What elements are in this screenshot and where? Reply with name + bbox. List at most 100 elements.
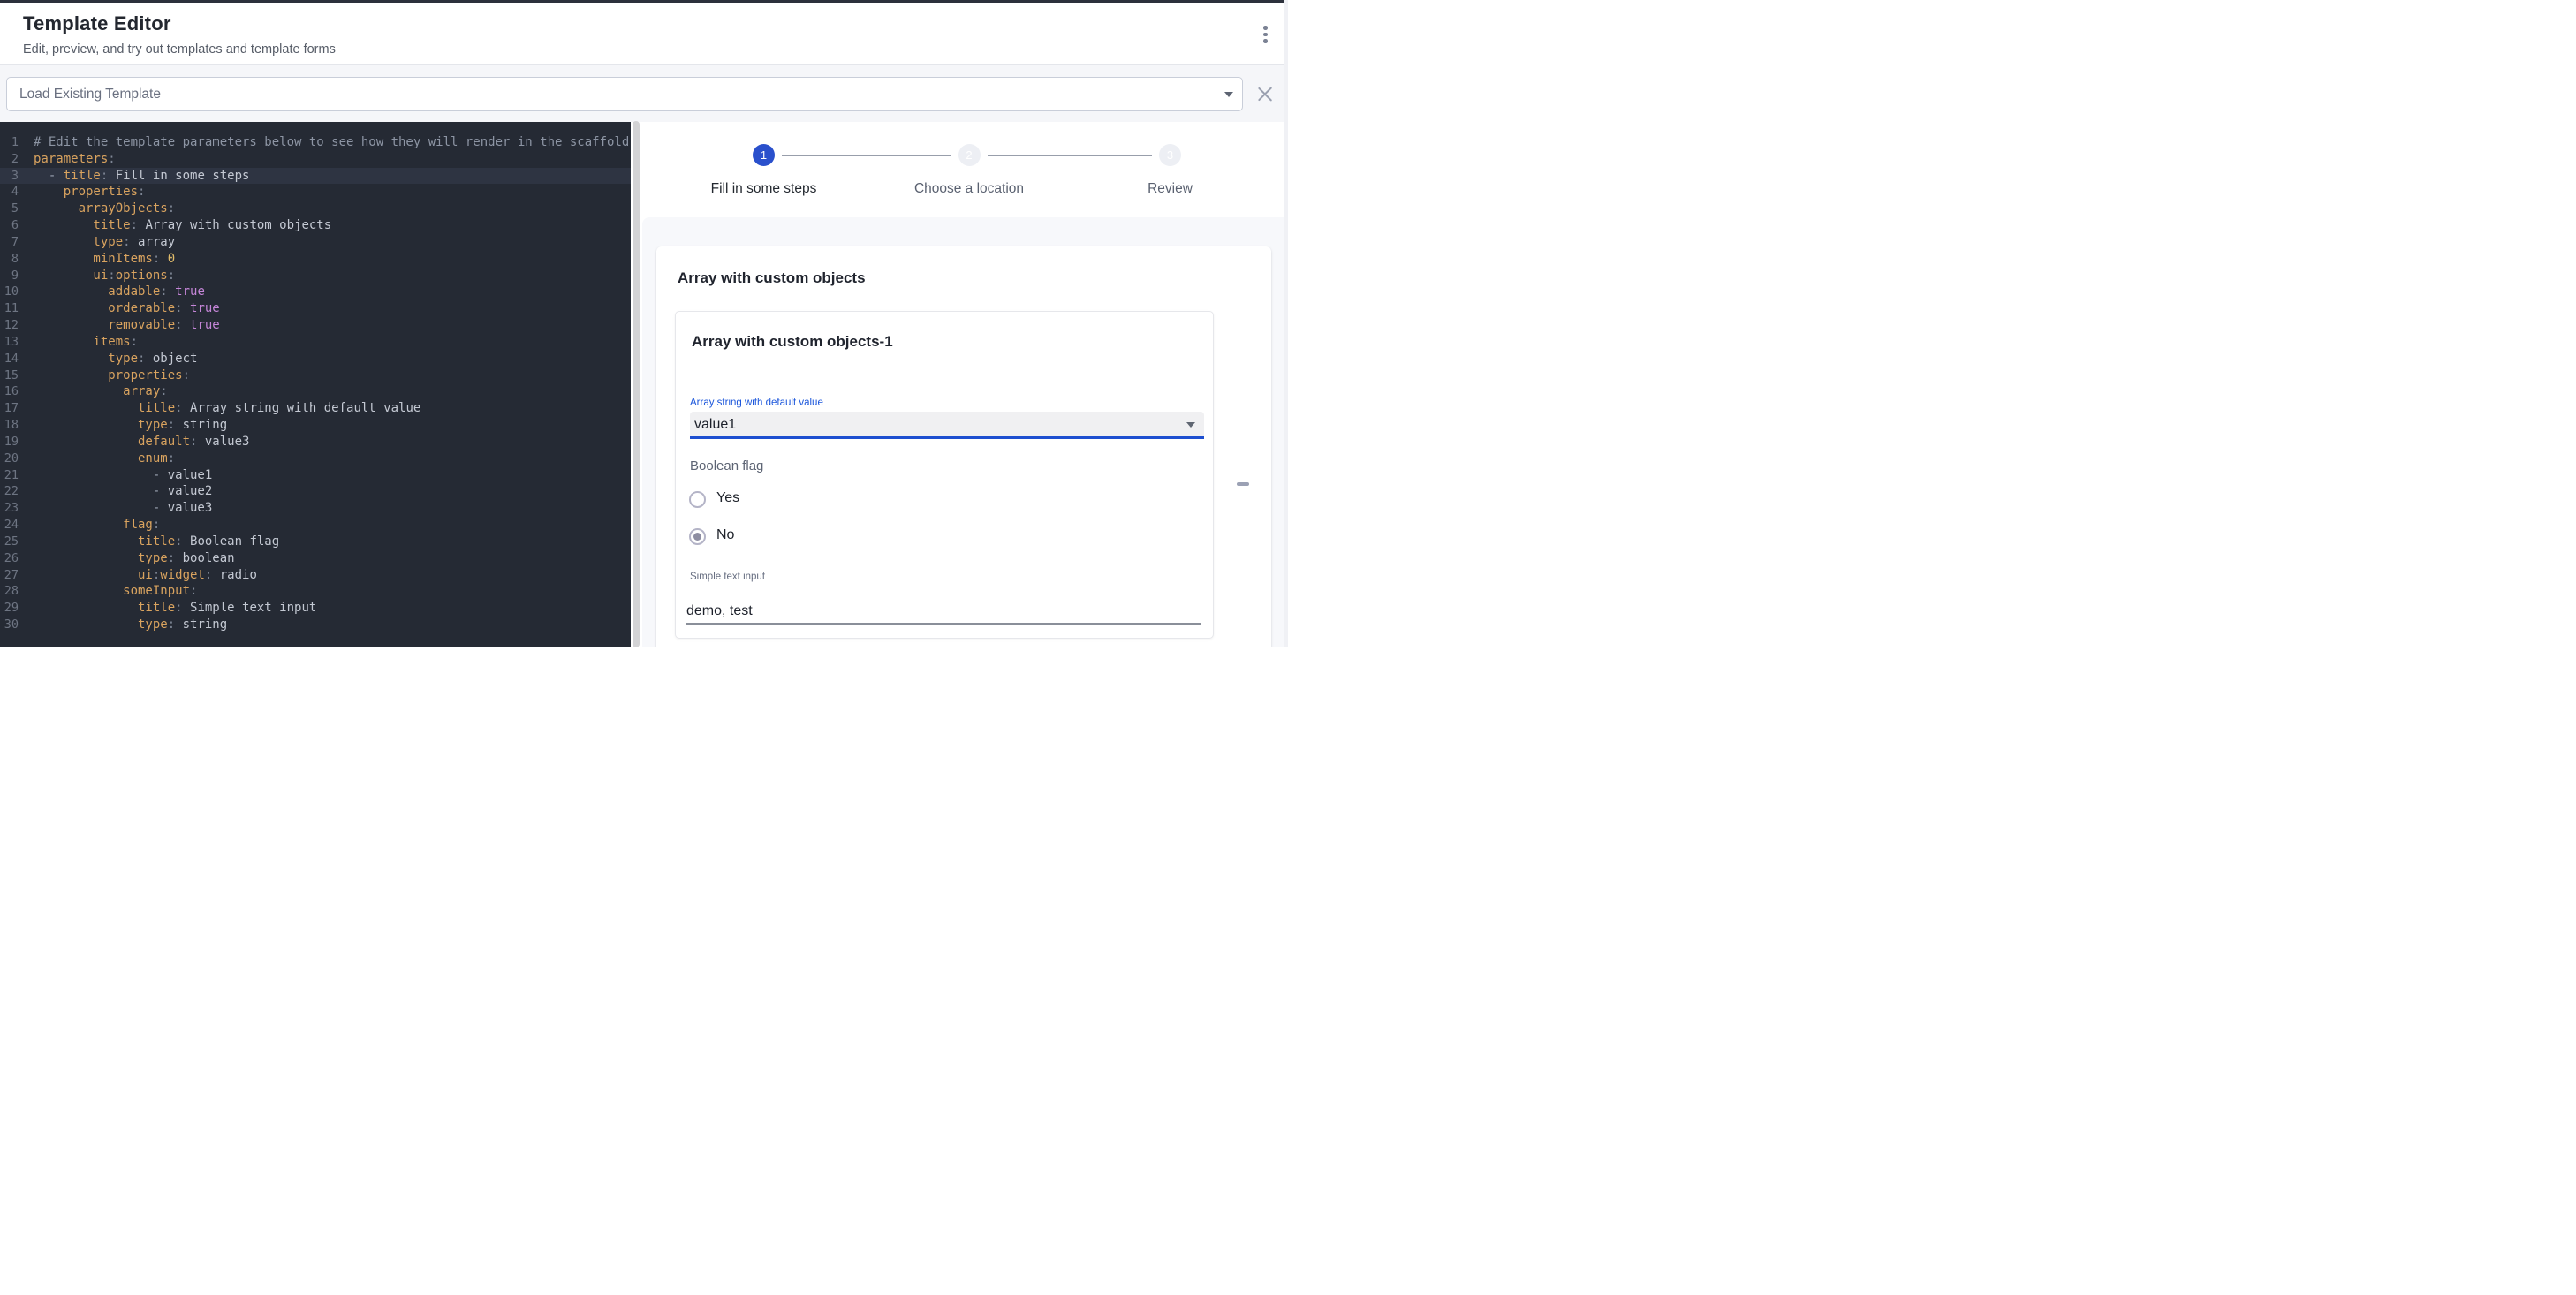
- line-number: 24: [0, 517, 19, 534]
- radio-option-label: Yes: [716, 490, 739, 506]
- line-number: 30: [0, 617, 19, 633]
- array-item-card: Array with custom objects-1 Array string…: [675, 311, 1214, 639]
- code-line[interactable]: 8 minItems: 0: [0, 251, 631, 268]
- code-line[interactable]: 22 - value2: [0, 483, 631, 500]
- step-circle-3[interactable]: 3: [1159, 144, 1181, 166]
- code-line[interactable]: 23 - value3: [0, 500, 631, 517]
- line-number: 13: [0, 334, 19, 351]
- text-input-underline: [686, 623, 1201, 625]
- line-number: 2: [0, 151, 19, 168]
- line-number: 14: [0, 351, 19, 367]
- kebab-menu-icon[interactable]: [1254, 22, 1276, 49]
- code-line[interactable]: 17 title: Array string with default valu…: [0, 400, 631, 417]
- line-number: 1: [0, 134, 19, 151]
- template-loader-bar: [0, 65, 1288, 122]
- code-line[interactable]: 6 title: Array with custom objects: [0, 217, 631, 234]
- yaml-code-editor[interactable]: 1# Edit the template parameters below to…: [0, 122, 631, 648]
- simple-text-input[interactable]: demo, test: [686, 603, 753, 619]
- step-connector-2: [988, 155, 1153, 156]
- code-line[interactable]: 18 type: string: [0, 417, 631, 434]
- line-number: 11: [0, 300, 19, 317]
- line-number: 10: [0, 284, 19, 300]
- remove-item-button[interactable]: [1231, 474, 1255, 494]
- line-number: 23: [0, 500, 19, 517]
- line-number: 17: [0, 400, 19, 417]
- radio-button-icon[interactable]: [689, 528, 706, 545]
- line-number: 21: [0, 467, 19, 484]
- code-line[interactable]: 9 ui:options:: [0, 268, 631, 284]
- select-field-label: Array string with default value: [690, 398, 823, 408]
- code-line[interactable]: 29 title: Simple text input: [0, 600, 631, 617]
- line-number: 19: [0, 434, 19, 451]
- code-line[interactable]: 21 - value1: [0, 467, 631, 484]
- array-string-select[interactable]: value1: [690, 412, 1204, 439]
- code-line[interactable]: 30 type: string: [0, 617, 631, 633]
- code-line[interactable]: 12 removable: true: [0, 317, 631, 334]
- caret-down-icon[interactable]: [1224, 92, 1233, 97]
- code-line[interactable]: 20 enum:: [0, 451, 631, 467]
- code-line[interactable]: 13 items:: [0, 334, 631, 351]
- line-number: 4: [0, 184, 19, 201]
- code-line[interactable]: 3 - title: Fill in some steps: [0, 168, 631, 185]
- code-line[interactable]: 4 properties:: [0, 184, 631, 201]
- code-line[interactable]: 19 default: value3: [0, 434, 631, 451]
- editor-scrollbar[interactable]: [633, 121, 640, 648]
- code-line[interactable]: 7 type: array: [0, 234, 631, 251]
- line-number: 29: [0, 600, 19, 617]
- line-number: 8: [0, 251, 19, 268]
- page-subtitle: Edit, preview, and try out templates and…: [23, 42, 336, 57]
- line-number: 28: [0, 583, 19, 600]
- step-label-choose-a-location: Choose a location: [872, 181, 1066, 197]
- line-number: 6: [0, 217, 19, 234]
- minus-icon: [1237, 482, 1249, 486]
- code-line[interactable]: 24 flag:: [0, 517, 631, 534]
- page-header: Template Editor Edit, preview, and try o…: [0, 3, 1288, 64]
- code-line[interactable]: 5 arrayObjects:: [0, 201, 631, 217]
- code-line[interactable]: 11 orderable: true: [0, 300, 631, 317]
- line-number: 7: [0, 234, 19, 251]
- caret-down-icon: [1186, 422, 1195, 428]
- line-number: 20: [0, 451, 19, 467]
- line-number: 3: [0, 168, 19, 185]
- array-item-title: Array with custom objects-1: [692, 333, 893, 351]
- text-field-label: Simple text input: [690, 572, 765, 582]
- line-number: 18: [0, 417, 19, 434]
- line-number: 16: [0, 383, 19, 400]
- code-line[interactable]: 27 ui:widget: radio: [0, 567, 631, 584]
- code-line[interactable]: 10 addable: true: [0, 284, 631, 300]
- radio-button-icon[interactable]: [689, 491, 706, 508]
- radio-group-label: Boolean flag: [690, 458, 763, 473]
- step-label-fill-in-some-steps: Fill in some steps: [667, 181, 861, 197]
- step-circle-2[interactable]: 2: [958, 144, 981, 166]
- step-connector-1: [782, 155, 951, 156]
- line-number: 25: [0, 534, 19, 550]
- load-template-input[interactable]: [6, 77, 1243, 111]
- line-number: 12: [0, 317, 19, 334]
- preview-panel: 1 2 3 Fill in some steps Choose a locati…: [642, 122, 1288, 648]
- line-number: 9: [0, 268, 19, 284]
- code-line[interactable]: 25 title: Boolean flag: [0, 534, 631, 550]
- code-line[interactable]: 14 type: object: [0, 351, 631, 367]
- line-number: 15: [0, 367, 19, 384]
- code-line[interactable]: 16 array:: [0, 383, 631, 400]
- code-line[interactable]: 15 properties:: [0, 367, 631, 384]
- line-number: 26: [0, 550, 19, 567]
- step-label-review: Review: [1073, 181, 1268, 197]
- close-icon[interactable]: [1255, 85, 1274, 103]
- step-circle-1[interactable]: 1: [753, 144, 775, 166]
- step-form-card: Array with custom objects Array with cus…: [656, 246, 1271, 648]
- line-number: 22: [0, 483, 19, 500]
- section-title: Array with custom objects: [678, 269, 866, 287]
- code-line[interactable]: 2parameters:: [0, 151, 631, 168]
- page-title: Template Editor: [23, 12, 171, 35]
- template-editor-window: Template Editor Edit, preview, and try o…: [0, 0, 1288, 648]
- line-number: 27: [0, 567, 19, 584]
- line-number: 5: [0, 201, 19, 217]
- form-preview-area: Array with custom objects Array with cus…: [642, 217, 1288, 648]
- radio-option-label: No: [716, 527, 734, 543]
- code-line[interactable]: 1# Edit the template parameters below to…: [0, 134, 631, 151]
- code-line[interactable]: 26 type: boolean: [0, 550, 631, 567]
- code-line[interactable]: 28 someInput:: [0, 583, 631, 600]
- select-value: value1: [694, 412, 736, 437]
- page-scrollbar[interactable]: [1284, 0, 1288, 648]
